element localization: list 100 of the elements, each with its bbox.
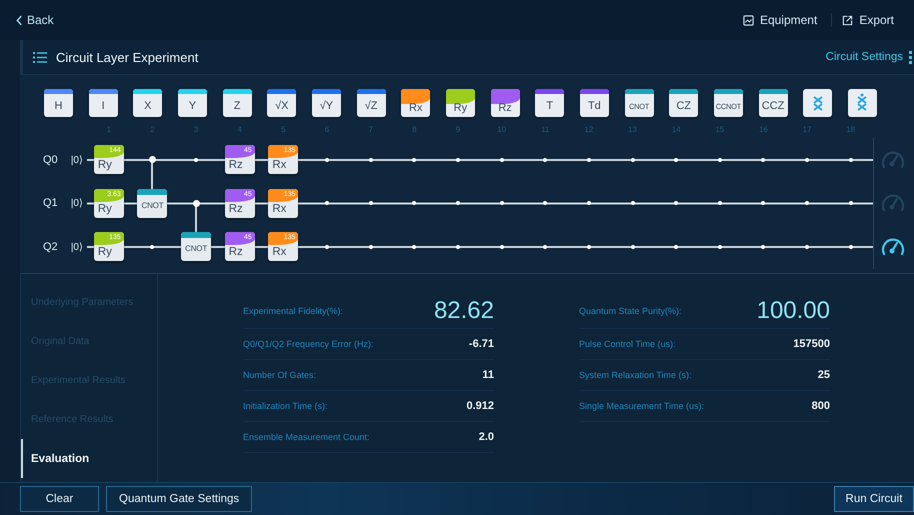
- gate-label: Ry: [96, 158, 113, 172]
- wire-node: [761, 244, 766, 249]
- gate-block[interactable]: CNOT: [181, 232, 212, 262]
- column-number: 1: [106, 125, 112, 134]
- wire-node: [368, 201, 373, 206]
- metric-value: 0.912: [466, 400, 494, 412]
- wire-node: [325, 158, 330, 162]
- metric-value: 25: [818, 369, 830, 381]
- metric-value: 100.00: [756, 297, 830, 325]
- gate-palette-button[interactable]: Rx: [401, 89, 430, 117]
- swap-icon: [856, 93, 868, 113]
- kebab-menu-icon[interactable]: [909, 50, 912, 64]
- wire-node: [805, 201, 810, 206]
- column-number: 10: [497, 125, 506, 134]
- page-title: Circuit Layer Experiment: [56, 50, 198, 64]
- wire-node: [412, 244, 416, 249]
- wire-node: [630, 201, 634, 206]
- gauge-icon[interactable]: [881, 238, 906, 256]
- gate-palette-button[interactable]: Z: [222, 89, 252, 117]
- gate-palette-button[interactable]: √Z: [356, 89, 386, 117]
- qubit-label: Q1: [43, 197, 59, 210]
- gate-palette-button[interactable]: √Y: [312, 89, 341, 117]
- control-dot: [192, 200, 200, 207]
- gate-palette-button[interactable]: Y: [178, 89, 207, 117]
- wire-node: [630, 158, 634, 162]
- column-number: 16: [758, 125, 768, 134]
- gate-label: Z: [234, 101, 240, 114]
- gate-label: Rx: [409, 103, 422, 116]
- column-number: 17: [802, 125, 812, 134]
- metric-label: Quantum State Purity(%):: [579, 306, 682, 316]
- wire-node: [543, 201, 548, 206]
- wire-node: [718, 201, 722, 206]
- swap-gate-button[interactable]: [803, 89, 832, 117]
- wire-node: [586, 201, 591, 206]
- gate-label: I: [102, 101, 105, 114]
- gate-label: Y: [188, 101, 196, 114]
- column-number: 2: [150, 125, 155, 134]
- metric-value: 157500: [793, 338, 830, 350]
- column-number: 14: [672, 125, 681, 134]
- gate-palette-button[interactable]: Td: [580, 89, 609, 117]
- wire-node: [368, 244, 373, 249]
- wire-node: [674, 158, 678, 162]
- gate-palette-button[interactable]: √X: [267, 89, 296, 117]
- column-number: 18: [846, 125, 856, 134]
- gate-palette-button[interactable]: H: [44, 89, 73, 117]
- wire-node: [500, 244, 504, 249]
- back-button[interactable]: Back: [16, 13, 54, 27]
- run-circuit-button[interactable]: Run Circuit: [834, 486, 914, 512]
- gate-label: Ry: [96, 202, 113, 216]
- gate-palette-button[interactable]: X: [133, 89, 162, 117]
- wire-node: [586, 244, 591, 249]
- footer-button[interactable]: Clear: [20, 486, 99, 512]
- gate-label: Rz: [498, 103, 512, 116]
- gate-palette-button[interactable]: Ry: [446, 89, 475, 117]
- gate-label: CNOT: [140, 200, 164, 210]
- gate-label: Ry: [454, 103, 468, 116]
- footer-button[interactable]: Quantum Gate Settings: [106, 486, 252, 512]
- metric-label: Experimental Fidelity(%):: [243, 306, 344, 316]
- control-dot: [148, 156, 156, 164]
- gate-label: CNOT: [184, 244, 208, 254]
- metric-label: Initialization Time (s):: [243, 401, 328, 411]
- gate-palette-button[interactable]: T: [535, 89, 564, 117]
- wire-node: [718, 158, 722, 162]
- wire-node: [761, 201, 766, 206]
- metric-value: 82.62: [434, 297, 494, 325]
- gate-palette-button[interactable]: CZ: [669, 89, 698, 117]
- wire-node: [500, 201, 504, 206]
- column-number: 8: [412, 125, 417, 134]
- column-number: 11: [541, 125, 550, 134]
- wire-node: [848, 158, 853, 162]
- column-number: 6: [324, 125, 330, 134]
- qubit-label: Q2: [43, 240, 59, 253]
- swap-gate-button[interactable]: [848, 89, 877, 117]
- gate-palette-button[interactable]: I: [88, 89, 118, 117]
- gate-palette-button[interactable]: Rz: [490, 89, 520, 117]
- gate-block[interactable]: CNOT: [137, 188, 168, 218]
- sidebar-item[interactable]: Evaluation: [21, 439, 157, 478]
- metric-label: Q0/Q1/Q2 Frequency Error (Hz):: [243, 339, 374, 349]
- gate-label: Rx: [271, 202, 288, 216]
- gate-label: Td: [588, 101, 601, 114]
- gate-label: Rz: [228, 202, 244, 216]
- circuit-settings-button[interactable]: Circuit Settings: [826, 51, 903, 63]
- gate-label: Rz: [228, 245, 244, 260]
- export-icon: [842, 14, 854, 26]
- qubit-state: |0⟩: [70, 154, 83, 166]
- gate-label: Rz: [228, 158, 244, 172]
- wire-node: [761, 158, 766, 162]
- gate-label: Ry: [96, 245, 113, 260]
- gate-label: √X: [275, 101, 288, 114]
- header-action-button[interactable]: Equipment: [732, 13, 828, 27]
- gate-palette-button[interactable]: CCZ: [758, 89, 788, 117]
- gate-label: CCZ: [762, 101, 784, 114]
- header-action-button[interactable]: Export: [831, 13, 904, 27]
- gate-label: H: [54, 101, 62, 114]
- column-number: 5: [281, 125, 286, 134]
- metric-value: -6.71: [468, 338, 494, 350]
- wire-node: [718, 244, 722, 249]
- wire-node: [805, 158, 810, 162]
- column-number: 13: [628, 125, 637, 134]
- qubit-label: Q0: [43, 154, 59, 166]
